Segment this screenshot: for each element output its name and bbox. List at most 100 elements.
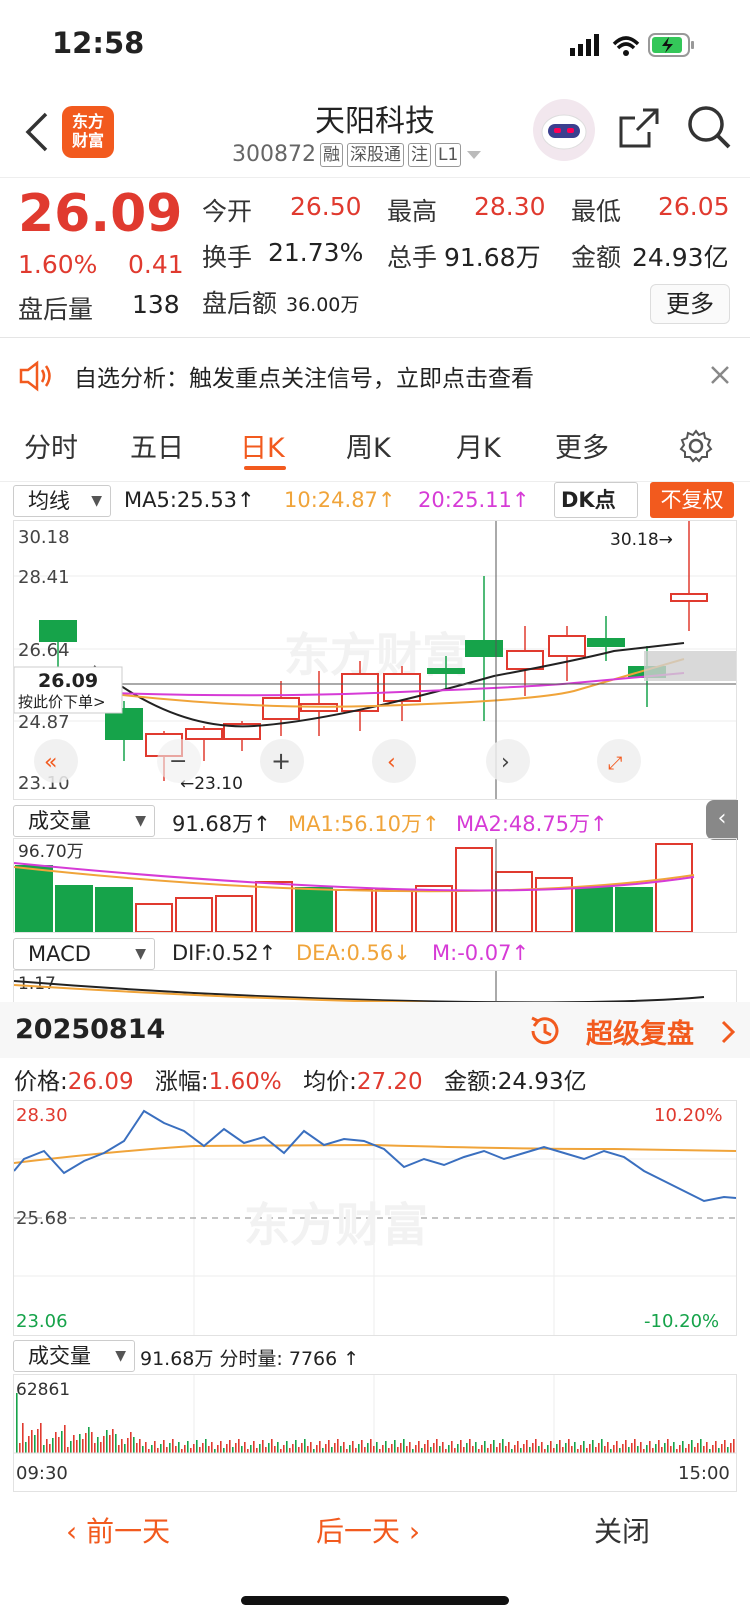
intraday-volume-bar <box>22 1423 24 1453</box>
intraday-volume-selector[interactable]: 成交量 ▼ <box>13 1340 135 1372</box>
intraday-volume-bar <box>673 1442 675 1453</box>
home-indicator <box>241 1596 509 1605</box>
close-button[interactable]: 关闭 <box>594 1510 650 1550</box>
change-value: 0.41 <box>128 250 184 279</box>
collapse-panel-icon[interactable]: ‹ <box>706 800 738 840</box>
tag-level: L1 <box>434 142 462 167</box>
prev-day-label: 前一天 <box>86 1515 171 1548</box>
intraday-volume-bar <box>259 1444 261 1453</box>
intraday-volume-bar <box>724 1440 726 1453</box>
share-icon[interactable] <box>617 106 661 150</box>
vol-ma1: MA1:56.10万↑ <box>288 812 440 836</box>
settings-gear-icon[interactable] <box>678 428 714 464</box>
intraday-volume-bar <box>697 1443 699 1453</box>
history-clock-icon[interactable] <box>528 1014 562 1048</box>
after-hours-amount-label: 盘后额 <box>202 289 278 318</box>
intraday-volume-bar <box>496 1447 498 1453</box>
intraday-volume-bar <box>286 1441 288 1453</box>
volume-selector[interactable]: 成交量 ▼ <box>13 805 155 837</box>
prev-day-button[interactable]: ‹ 前一天 <box>66 1510 170 1550</box>
intraday-volume-bar <box>64 1425 66 1453</box>
intraday-volume-bar <box>271 1439 273 1453</box>
volume-chart: 96.70万 <box>13 838 737 933</box>
adjust-button[interactable]: 不复权 <box>650 482 734 518</box>
macd-svg: 1.17 <box>13 971 705 1004</box>
turnover-label: 换手 <box>202 243 253 272</box>
price-value: 26.09 <box>67 1069 134 1095</box>
intraday-volume-bar <box>475 1442 477 1453</box>
intraday-top-left: 28.30 <box>16 1105 68 1126</box>
volume-top-label: 96.70万 <box>18 842 84 862</box>
candle <box>427 668 465 674</box>
macd-selector[interactable]: MACD ▼ <box>13 938 155 970</box>
more-quote-button[interactable]: 更多 <box>650 284 730 324</box>
next-day-button[interactable]: 后一天 › <box>316 1510 420 1550</box>
intraday-volume-bar <box>502 1439 504 1453</box>
intraday-volume-bar <box>166 1447 168 1453</box>
analysis-notice[interactable]: 自选分析：触发重点关注信号，立即点击查看 <box>0 340 750 410</box>
intraday-volume-bar <box>331 1447 333 1453</box>
svg-text:‹: ‹ <box>387 750 396 775</box>
volume-bar <box>615 887 653 933</box>
intraday-volume-bar <box>685 1448 687 1453</box>
tab-more[interactable]: 更多 <box>555 426 609 465</box>
intraday-volume-bar <box>565 1443 567 1453</box>
intraday-volume-bar <box>277 1442 279 1453</box>
max-annotation: 30.18→ <box>610 530 673 550</box>
kline-chart[interactable]: 东方财富 30.18 28.41 26.64 24.87 23.10 30.18… <box>13 520 737 800</box>
intraday-volume-bar <box>412 1449 414 1453</box>
stock-subtitle[interactable]: 300872 融 深股通 注 L1 <box>232 142 483 167</box>
super-replay-button[interactable]: 超级复盘 <box>586 1012 694 1051</box>
tab-timeshare[interactable]: 分时 <box>24 426 78 465</box>
volume-bar <box>375 889 413 933</box>
intraday-volume-bar <box>226 1444 228 1453</box>
y-label-3: 24.87 <box>18 712 70 733</box>
intraday-volume-bar <box>241 1446 243 1453</box>
intraday-volume-bar <box>577 1449 579 1453</box>
intraday-volume-bar <box>460 1440 462 1453</box>
ma-selector[interactable]: 均线 ▼ <box>13 485 111 517</box>
tab-five-day[interactable]: 五日 <box>130 426 184 465</box>
speaker-icon <box>19 360 51 392</box>
intraday-volume-bar <box>310 1442 312 1453</box>
intraday-volume-bar <box>583 1441 585 1453</box>
intraday-volume-bar <box>145 1442 147 1453</box>
intraday-volume-bar <box>730 1443 732 1453</box>
total-hands-value: 91.68万 <box>444 243 541 272</box>
intraday-volume-bar <box>436 1439 438 1453</box>
intraday-volume-bar <box>601 1439 603 1453</box>
y-label-2: 26.64 <box>18 640 70 661</box>
dk-point-button[interactable]: DK点 <box>554 482 638 518</box>
chevron-right-icon[interactable] <box>720 1020 736 1044</box>
intraday-volume-bar <box>229 1440 231 1453</box>
intraday-volume-bar <box>67 1447 69 1453</box>
intraday-volume-bar <box>712 1445 714 1453</box>
tab-daily-k[interactable]: 日K <box>240 426 285 465</box>
open-value: 26.50 <box>290 192 362 221</box>
svg-text:⤢: ⤢ <box>608 753 623 774</box>
intraday-volume-bar <box>649 1441 651 1453</box>
intraday-volume-bar <box>154 1441 156 1453</box>
intraday-volume-bar <box>637 1446 639 1453</box>
intraday-volume-bar <box>319 1441 321 1453</box>
intraday-volume-bar <box>253 1441 255 1453</box>
intraday-volume-bar <box>55 1432 57 1453</box>
intraday-volume-bar <box>196 1440 198 1453</box>
intraday-volume-bar <box>235 1443 237 1453</box>
intraday-volume-bar <box>184 1445 186 1453</box>
intraday-volume-bar <box>40 1423 42 1453</box>
intraday-volume-bar <box>295 1440 297 1453</box>
assistant-avatar-icon[interactable] <box>532 98 596 162</box>
intraday-volume-bar <box>484 1441 486 1453</box>
tab-monthly-k[interactable]: 月K <box>456 426 501 465</box>
search-icon[interactable] <box>686 104 732 150</box>
intraday-volume-bar <box>25 1442 27 1453</box>
tab-weekly-k[interactable]: 周K <box>346 426 391 465</box>
price-label: 价格: <box>14 1069 68 1095</box>
volume-svg: 96.70万 <box>13 839 695 933</box>
intraday-volume-bar <box>19 1443 21 1453</box>
intraday-chart[interactable]: 东方财富 28.30 25.68 23.06 10.20% -10.20% <box>13 1100 737 1336</box>
intraday-volume-bar <box>427 1440 429 1453</box>
close-icon[interactable] <box>710 365 730 385</box>
intraday-volume-bar <box>130 1432 132 1453</box>
